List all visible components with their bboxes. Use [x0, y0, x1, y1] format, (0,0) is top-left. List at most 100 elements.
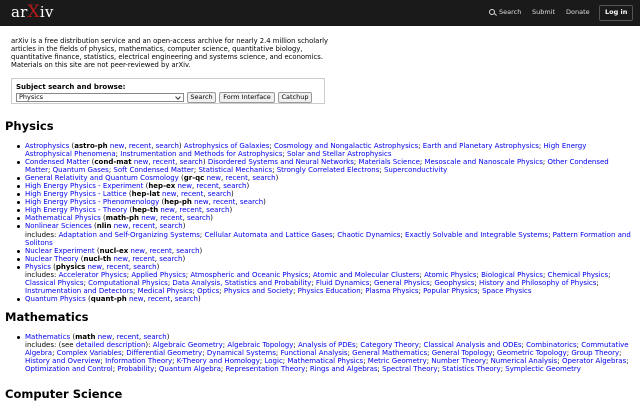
new-link[interactable]: new: [194, 198, 208, 206]
recent-link[interactable]: recent: [132, 255, 154, 263]
recent-link[interactable]: recent: [149, 247, 171, 255]
subcategory-link[interactable]: Classical Physics: [25, 279, 84, 287]
recent-link[interactable]: recent: [117, 333, 139, 341]
subcategory-link[interactable]: Soft Condensed Matter: [113, 166, 193, 174]
subcategory-link[interactable]: Data Analysis, Statistics and Probabilit…: [172, 279, 311, 287]
catchup-button[interactable]: Catchup: [278, 92, 312, 103]
search-link[interactable]: search: [187, 214, 210, 222]
search-link[interactable]: search: [180, 158, 203, 166]
search-link[interactable]: search: [240, 198, 263, 206]
subcategory-link[interactable]: Exactly Solvable and Integrable Systems: [405, 231, 548, 239]
subcategory-link[interactable]: Algebraic Geometry: [153, 341, 223, 349]
new-link[interactable]: new: [114, 222, 128, 230]
subcategory-link[interactable]: Optics: [197, 287, 219, 295]
subcategory-link[interactable]: Symplectic Geometry: [505, 365, 581, 373]
subcategory-link[interactable]: Dynamical Systems: [207, 349, 276, 357]
subcategory-link[interactable]: Geophysics: [434, 279, 474, 287]
subcategory-link[interactable]: Cosmology and Nongalactic Astrophysics: [274, 142, 418, 150]
category-link[interactable]: Condensed Matter: [25, 158, 89, 166]
subcategory-link[interactable]: Instrumentation and Methods for Astrophy…: [120, 150, 282, 158]
search-link[interactable]: search: [206, 206, 229, 214]
arxiv-logo[interactable]: arXiv: [11, 2, 54, 23]
subcategory-link[interactable]: Instrumentation and Detectors: [25, 287, 133, 295]
recent-link[interactable]: recent: [225, 174, 247, 182]
subcategory-link[interactable]: Earth and Planetary Astrophysics: [423, 142, 539, 150]
form-interface-button[interactable]: Form Interface: [219, 92, 275, 103]
nav-search-link[interactable]: Search: [489, 8, 521, 17]
subcategory-link[interactable]: Chemical Physics: [548, 271, 609, 279]
subcategory-link[interactable]: Physics and Society: [224, 287, 293, 295]
subcategory-link[interactable]: Atomic and Molecular Clusters: [313, 271, 420, 279]
category-link[interactable]: Nuclear Theory: [25, 255, 79, 263]
subcategory-link[interactable]: Accelerator Physics: [59, 271, 127, 279]
subcategory-link[interactable]: History and Philosophy of Physics: [479, 279, 596, 287]
subcategory-link[interactable]: Statistical Mechanics: [198, 166, 272, 174]
nav-donate-link[interactable]: Donate: [566, 8, 590, 17]
subcategory-link[interactable]: Applied Physics: [131, 271, 185, 279]
subcategory-link[interactable]: Rings and Algebras: [310, 365, 378, 373]
recent-link[interactable]: recent: [179, 206, 201, 214]
category-link[interactable]: High Energy Physics - Experiment: [25, 182, 143, 190]
subcategory-link[interactable]: Classical Analysis and ODEs: [423, 341, 521, 349]
subcategory-link[interactable]: Space Physics: [482, 287, 531, 295]
category-link[interactable]: Quantum Physics: [25, 295, 86, 303]
browse-search-button[interactable]: Search: [187, 92, 216, 103]
category-link[interactable]: General Relativity and Quantum Cosmology: [25, 174, 179, 182]
subcategory-link[interactable]: Astrophysics of Galaxies: [184, 142, 269, 150]
subcategory-link[interactable]: General Mathematics: [352, 349, 427, 357]
category-link[interactable]: Mathematical Physics: [25, 214, 101, 222]
subcategory-link[interactable]: Number Theory: [431, 357, 486, 365]
subcategory-link[interactable]: Mathematical Physics: [287, 357, 363, 365]
search-link[interactable]: search: [156, 142, 179, 150]
new-link[interactable]: new: [131, 247, 145, 255]
subcategory-link[interactable]: Spectral Theory: [382, 365, 437, 373]
subcategory-link[interactable]: Numerical Analysis: [491, 357, 558, 365]
new-link[interactable]: new: [177, 182, 191, 190]
search-link[interactable]: search: [143, 333, 166, 341]
recent-link[interactable]: recent: [196, 182, 218, 190]
subcategory-link[interactable]: Optimization and Control: [25, 365, 113, 373]
login-button[interactable]: Log in: [599, 5, 634, 21]
search-link[interactable]: search: [176, 247, 199, 255]
new-link[interactable]: new: [141, 214, 155, 222]
search-link[interactable]: search: [208, 190, 231, 198]
subcategory-link[interactable]: Quantum Algebra: [159, 365, 221, 373]
new-link[interactable]: new: [129, 295, 143, 303]
subcategory-link[interactable]: Atmospheric and Oceanic Physics: [190, 271, 308, 279]
recent-link[interactable]: recent: [213, 198, 235, 206]
recent-link[interactable]: recent: [160, 214, 182, 222]
recent-link[interactable]: recent: [133, 222, 155, 230]
category-link[interactable]: Astrophysics: [25, 142, 69, 150]
subcategory-link[interactable]: Biological Physics: [481, 271, 543, 279]
search-link[interactable]: search: [223, 182, 246, 190]
subcategory-link[interactable]: Group Theory: [571, 349, 619, 357]
recent-link[interactable]: recent: [153, 158, 175, 166]
category-link[interactable]: Nonlinear Sciences: [25, 222, 92, 230]
subcategory-link[interactable]: Superconductivity: [384, 166, 447, 174]
subcategory-link[interactable]: Representation Theory: [226, 365, 306, 373]
search-link[interactable]: search: [252, 174, 275, 182]
subject-select[interactable]: Physics: [16, 93, 184, 102]
subcategory-link[interactable]: Differential Geometry: [126, 349, 202, 357]
subcategory-link[interactable]: Analysis of PDEs: [298, 341, 356, 349]
subcategory-link[interactable]: Materials Science: [358, 158, 419, 166]
subcategory-link[interactable]: Combinatorics: [526, 341, 576, 349]
subcategory-link[interactable]: General Physics: [374, 279, 430, 287]
nav-submit-link[interactable]: Submit: [532, 8, 555, 17]
new-link[interactable]: new: [207, 174, 221, 182]
subcategory-link[interactable]: Plasma Physics: [365, 287, 418, 295]
category-link[interactable]: Mathematics: [25, 333, 70, 341]
category-link[interactable]: High Energy Physics - Phenomenology: [25, 198, 159, 206]
subcategory-link[interactable]: Adaptation and Self-Organizing Systems: [59, 231, 200, 239]
subcategory-link[interactable]: Functional Analysis: [281, 349, 348, 357]
subcategory-link[interactable]: Logic: [265, 357, 283, 365]
subcategory-link[interactable]: Metric Geometry: [368, 357, 427, 365]
search-link[interactable]: search: [133, 263, 156, 271]
new-link[interactable]: new: [113, 255, 127, 263]
subcategory-link[interactable]: Atomic Physics: [424, 271, 476, 279]
subcategory-link[interactable]: Popular Physics: [423, 287, 477, 295]
detailed-description-link[interactable]: detailed description: [76, 341, 146, 349]
subcategory-link[interactable]: Statistics Theory: [442, 365, 501, 373]
subcategory-link[interactable]: Information Theory: [105, 357, 172, 365]
subcategory-link[interactable]: Probability: [117, 365, 154, 373]
